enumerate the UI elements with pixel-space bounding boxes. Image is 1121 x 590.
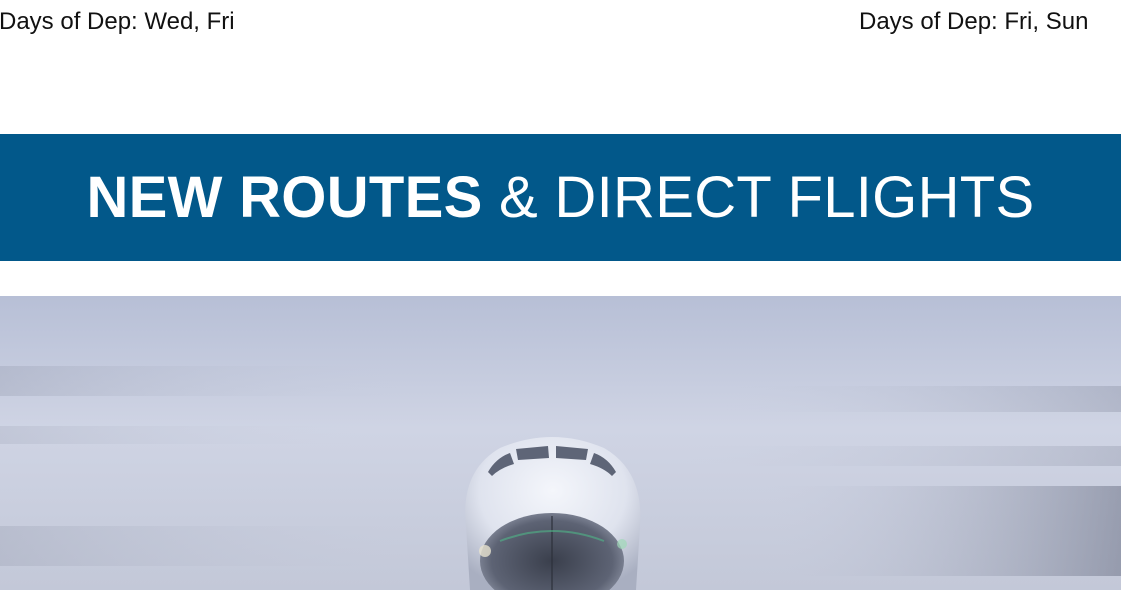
page: Days of Dep: Wed, Fri Days of Dep: Fri, … <box>0 0 1121 590</box>
departure-days-right: Days of Dep: Fri, Sun <box>859 8 1089 35</box>
new-routes-banner: NEW ROUTES & DIRECT FLIGHTS <box>0 134 1121 261</box>
airplane-front-icon <box>0 296 1121 590</box>
departure-days-row: Days of Dep: Wed, Fri Days of Dep: Fri, … <box>0 8 1121 38</box>
departure-days-left: Days of Dep: Wed, Fri <box>0 8 235 35</box>
hero-image <box>0 296 1121 590</box>
banner-title-bold: NEW ROUTES <box>86 165 483 230</box>
banner-title-rest: & DIRECT FLIGHTS <box>482 165 1035 230</box>
